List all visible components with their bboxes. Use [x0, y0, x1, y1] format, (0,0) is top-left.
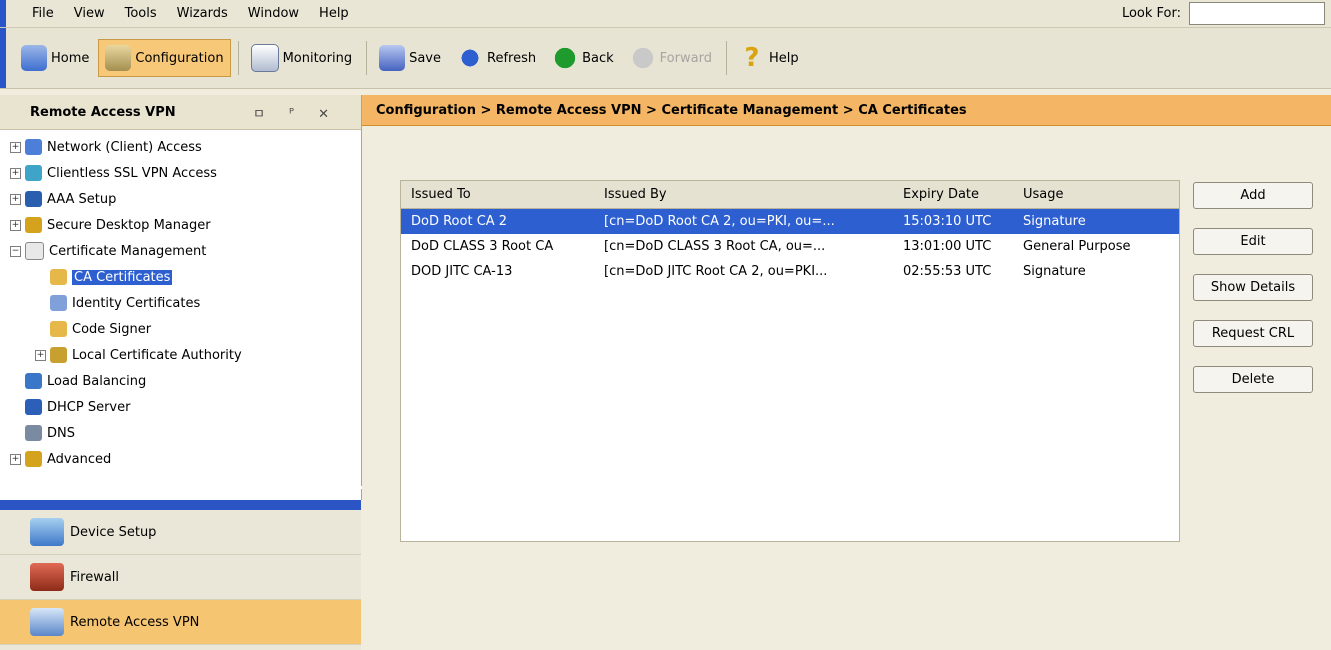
tree-item-advanced[interactable]: + Advanced: [10, 446, 361, 472]
navigation-tree: + Network (Client) Access + Clientless S…: [0, 130, 361, 472]
dhcp-server-icon: [25, 399, 42, 415]
edit-button[interactable]: Edit: [1193, 228, 1313, 255]
show-details-button[interactable]: Show Details: [1193, 274, 1313, 301]
expand-icon[interactable]: +: [35, 349, 46, 361]
device-setup-icon: [30, 518, 64, 546]
aaa-icon: [25, 191, 42, 207]
menu-bar: File View Tools Wizards Window Help Look…: [0, 0, 1331, 28]
tree-item-network-client-access[interactable]: + Network (Client) Access: [10, 134, 361, 160]
forward-icon: [629, 45, 656, 71]
toolbar-separator: [725, 41, 727, 75]
ssl-vpn-icon: [25, 165, 42, 181]
ca-certificates-table: Issued To Issued By Expiry Date Usage Do…: [400, 180, 1180, 542]
tree-item-secure-desktop-manager[interactable]: + Secure Desktop Manager: [10, 212, 361, 238]
look-for-label: Look For:: [1121, 6, 1181, 21]
toolbar-separator: [366, 41, 368, 75]
expand-icon[interactable]: +: [10, 167, 21, 179]
expand-icon[interactable]: +: [10, 193, 21, 205]
network-icon: [25, 139, 42, 155]
save-button[interactable]: Save: [372, 39, 448, 77]
tree-item-dhcp-server[interactable]: DHCP Server: [10, 394, 361, 420]
certificate-icon: [25, 242, 44, 260]
home-button[interactable]: Home: [14, 39, 96, 77]
help-icon: ?: [744, 43, 760, 73]
tree-item-ca-certificates[interactable]: CA Certificates: [10, 264, 361, 290]
refresh-icon: [457, 45, 484, 71]
nav-device-setup[interactable]: Device Setup: [0, 510, 361, 555]
back-icon: [552, 45, 579, 71]
configuration-icon: [105, 45, 132, 71]
secure-desktop-icon: [25, 217, 42, 233]
delete-button[interactable]: Delete: [1193, 366, 1313, 393]
breadcrumb: Configuration > Remote Access VPN > Cert…: [362, 95, 1331, 126]
column-header-issued-by[interactable]: Issued By: [594, 187, 893, 202]
save-icon: [379, 45, 406, 71]
tree-item-local-certificate-authority[interactable]: + Local Certificate Authority: [10, 342, 361, 368]
tree-item-load-balancing[interactable]: Load Balancing: [10, 368, 361, 394]
monitoring-button[interactable]: Monitoring: [244, 39, 360, 77]
panel-control-icons[interactable]: ㅁ ᴾ ✕: [253, 103, 339, 122]
identity-certificate-icon: [50, 295, 67, 311]
toolbar-logo: [0, 28, 6, 88]
help-button[interactable]: ? Help: [732, 39, 806, 77]
tree-item-identity-certificates[interactable]: Identity Certificates: [10, 290, 361, 316]
menu-help[interactable]: Help: [311, 6, 361, 21]
nav-remote-access-vpn[interactable]: Remote Access VPN: [0, 600, 361, 645]
menu-tools[interactable]: Tools: [117, 6, 169, 21]
advanced-icon: [25, 451, 42, 467]
tree-item-code-signer[interactable]: Code Signer: [10, 316, 361, 342]
tree-item-dns[interactable]: DNS: [10, 420, 361, 446]
dns-icon: [25, 425, 42, 441]
table-header: Issued To Issued By Expiry Date Usage: [401, 181, 1179, 209]
back-button[interactable]: Back: [545, 39, 621, 77]
table-row[interactable]: DoD CLASS 3 Root CA [cn=DoD CLASS 3 Root…: [401, 234, 1179, 259]
configuration-button[interactable]: Configuration: [98, 39, 231, 77]
tree-item-aaa-setup[interactable]: + AAA Setup: [10, 186, 361, 212]
left-panel: Remote Access VPN ㅁ ᴾ ✕ + Network (Clien…: [0, 95, 362, 500]
menu-file[interactable]: File: [24, 6, 66, 21]
expand-icon[interactable]: +: [10, 453, 21, 465]
toolbar-separator: [237, 41, 239, 75]
ca-certificate-icon: [50, 269, 67, 285]
firewall-icon: [30, 563, 64, 591]
refresh-button[interactable]: Refresh: [450, 39, 543, 77]
column-header-expiry-date[interactable]: Expiry Date: [893, 187, 1013, 202]
app-logo: [0, 0, 6, 27]
expand-icon[interactable]: +: [10, 141, 21, 153]
look-for-input[interactable]: [1189, 2, 1325, 25]
nav-splitter[interactable]: [0, 500, 361, 510]
column-header-issued-to[interactable]: Issued To: [401, 187, 594, 202]
remote-access-vpn-icon: [30, 608, 64, 636]
table-row[interactable]: DOD JITC CA-13 [cn=DoD JITC Root CA 2, o…: [401, 259, 1179, 284]
action-buttons: Add Edit Show Details Request CRL Delete: [1193, 182, 1331, 412]
forward-button[interactable]: Forward: [623, 39, 719, 77]
menu-view[interactable]: View: [66, 6, 117, 21]
tree-item-clientless-ssl-vpn[interactable]: + Clientless SSL VPN Access: [10, 160, 361, 186]
load-balancing-icon: [25, 373, 42, 389]
add-button[interactable]: Add: [1193, 182, 1313, 209]
home-icon: [21, 45, 47, 71]
tree-item-certificate-management[interactable]: − Certificate Management: [10, 238, 361, 264]
nav-firewall[interactable]: Firewall: [0, 555, 361, 600]
bottom-navigation: Device Setup Firewall Remote Access VPN: [0, 510, 361, 650]
collapse-icon[interactable]: −: [10, 245, 21, 257]
toolbar: Home Configuration Monitoring Save Refre…: [0, 28, 1331, 89]
expand-icon[interactable]: +: [10, 219, 21, 231]
main-panel: Configuration > Remote Access VPN > Cert…: [362, 95, 1331, 650]
local-ca-icon: [50, 347, 67, 363]
code-signer-icon: [50, 321, 67, 337]
column-header-usage[interactable]: Usage: [1013, 187, 1179, 202]
left-panel-header: Remote Access VPN ㅁ ᴾ ✕: [0, 95, 361, 130]
left-panel-title: Remote Access VPN: [30, 104, 176, 120]
table-row[interactable]: DoD Root CA 2 [cn=DoD Root CA 2, ou=PKI,…: [401, 209, 1179, 234]
request-crl-button[interactable]: Request CRL: [1193, 320, 1313, 347]
menu-window[interactable]: Window: [240, 6, 311, 21]
monitoring-icon: [250, 44, 279, 72]
menu-wizards[interactable]: Wizards: [169, 6, 240, 21]
